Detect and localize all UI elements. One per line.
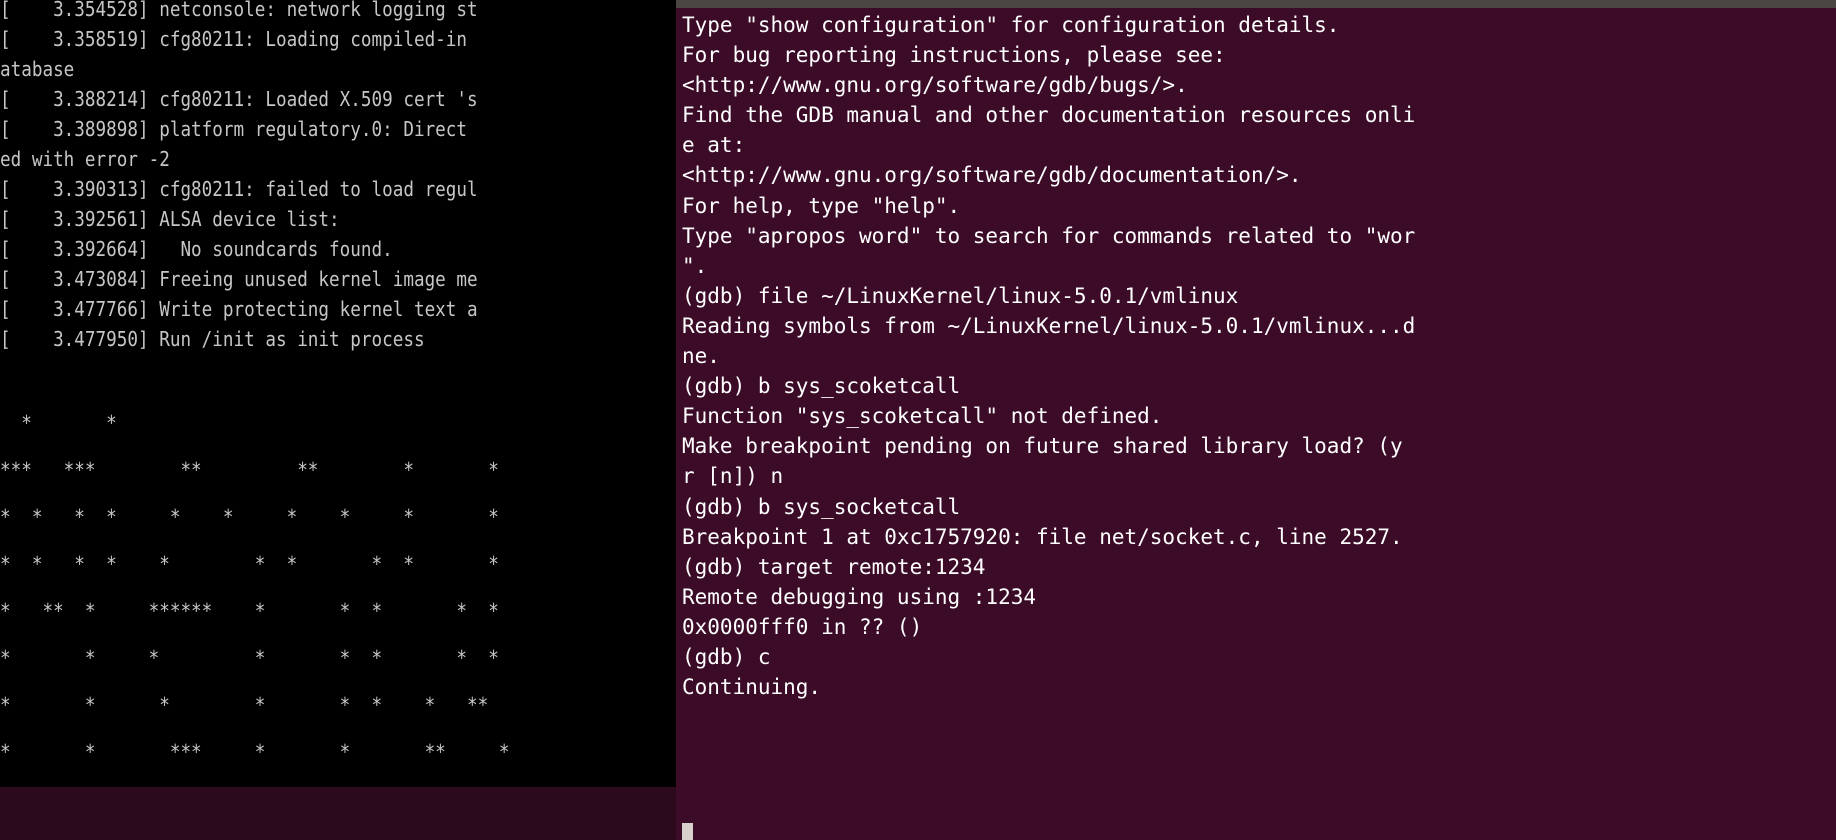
gdb-output-line: (gdb) c bbox=[682, 644, 771, 669]
gdb-output-text: Type "show configuration" for configurat… bbox=[682, 10, 1836, 702]
kernel-log-line: [ 3.477950] Run /init as init process bbox=[0, 327, 425, 351]
kernel-log-line: [ 3.473084] Freeing unused kernel image … bbox=[0, 267, 478, 291]
kernel-log-line: ed with error -2 bbox=[0, 147, 170, 171]
gdb-output-line: Continuing. bbox=[682, 675, 822, 700]
menuos-ascii-banner: * * *** *** ** ** * * * * * * * * * * * … bbox=[0, 411, 510, 764]
gdb-output-line: <http://www.gnu.org/software/gdb/bugs/>. bbox=[682, 73, 1188, 98]
kernel-log-line: [ 3.388214] cfg80211: Loaded X.509 cert … bbox=[0, 87, 478, 111]
gdb-output-line: ne. bbox=[682, 344, 720, 369]
kernel-log-line: [ 3.354528] netconsole: network logging … bbox=[0, 0, 478, 21]
gdb-output-line: 0x0000fff0 in ?? () bbox=[682, 614, 923, 639]
gdb-output-line: Find the GDB manual and other documentat… bbox=[682, 103, 1416, 128]
gdb-output-line: e at: bbox=[682, 133, 746, 158]
gdb-output-line: For help, type "help". bbox=[682, 193, 961, 218]
gdb-output-line: Function "sys_scoketcall" not defined. bbox=[682, 404, 1163, 429]
gdb-titlebar[interactable] bbox=[676, 0, 1836, 8]
gdb-output-line: (gdb) b sys_scoketcall bbox=[682, 374, 961, 399]
gdb-output-line: Breakpoint 1 at 0xc1757920: file net/soc… bbox=[682, 524, 1403, 549]
kernel-log-line: [ 3.389898] platform regulatory.0: Direc… bbox=[0, 117, 468, 141]
gdb-output-line: For bug reporting instructions, please s… bbox=[682, 43, 1226, 68]
gdb-output-line: (gdb) target remote:1234 bbox=[682, 554, 986, 579]
kernel-log-line: [ 3.392664] No soundcards found. bbox=[0, 237, 393, 261]
kernel-log-line: [ 3.358519] cfg80211: Loading compiled-i… bbox=[0, 27, 468, 51]
gdb-terminal-window[interactable]: Type "show configuration" for configurat… bbox=[676, 0, 1836, 840]
gdb-output-line: Reading symbols from ~/LinuxKernel/linux… bbox=[682, 313, 1416, 338]
gdb-output-line: Type "apropos word" to search for comman… bbox=[682, 223, 1416, 248]
kernel-log-line: atabase bbox=[0, 57, 75, 81]
gdb-output-line: r [n]) n bbox=[682, 464, 784, 489]
kernel-log-line: [ 3.392561] ALSA device list: bbox=[0, 207, 340, 231]
gdb-text-cursor bbox=[682, 823, 693, 840]
gdb-output-line: Type "show configuration" for configurat… bbox=[682, 13, 1340, 37]
kernel-log-line: [ 3.390313] cfg80211: failed to load reg… bbox=[0, 177, 478, 201]
gdb-output-line: (gdb) file ~/LinuxKernel/linux-5.0.1/vml… bbox=[682, 283, 1239, 308]
gdb-output-line: ". bbox=[682, 253, 708, 278]
kernel-log-line: [ 3.477766] Write protecting kernel text… bbox=[0, 297, 478, 321]
gdb-output-line: Remote debugging using :1234 bbox=[682, 584, 1037, 609]
gdb-output-line: Make breakpoint pending on future shared… bbox=[682, 434, 1403, 459]
gdb-output-line: <http://www.gnu.org/software/gdb/documen… bbox=[682, 163, 1302, 188]
gdb-output-line: (gdb) b sys_socketcall bbox=[682, 494, 961, 519]
